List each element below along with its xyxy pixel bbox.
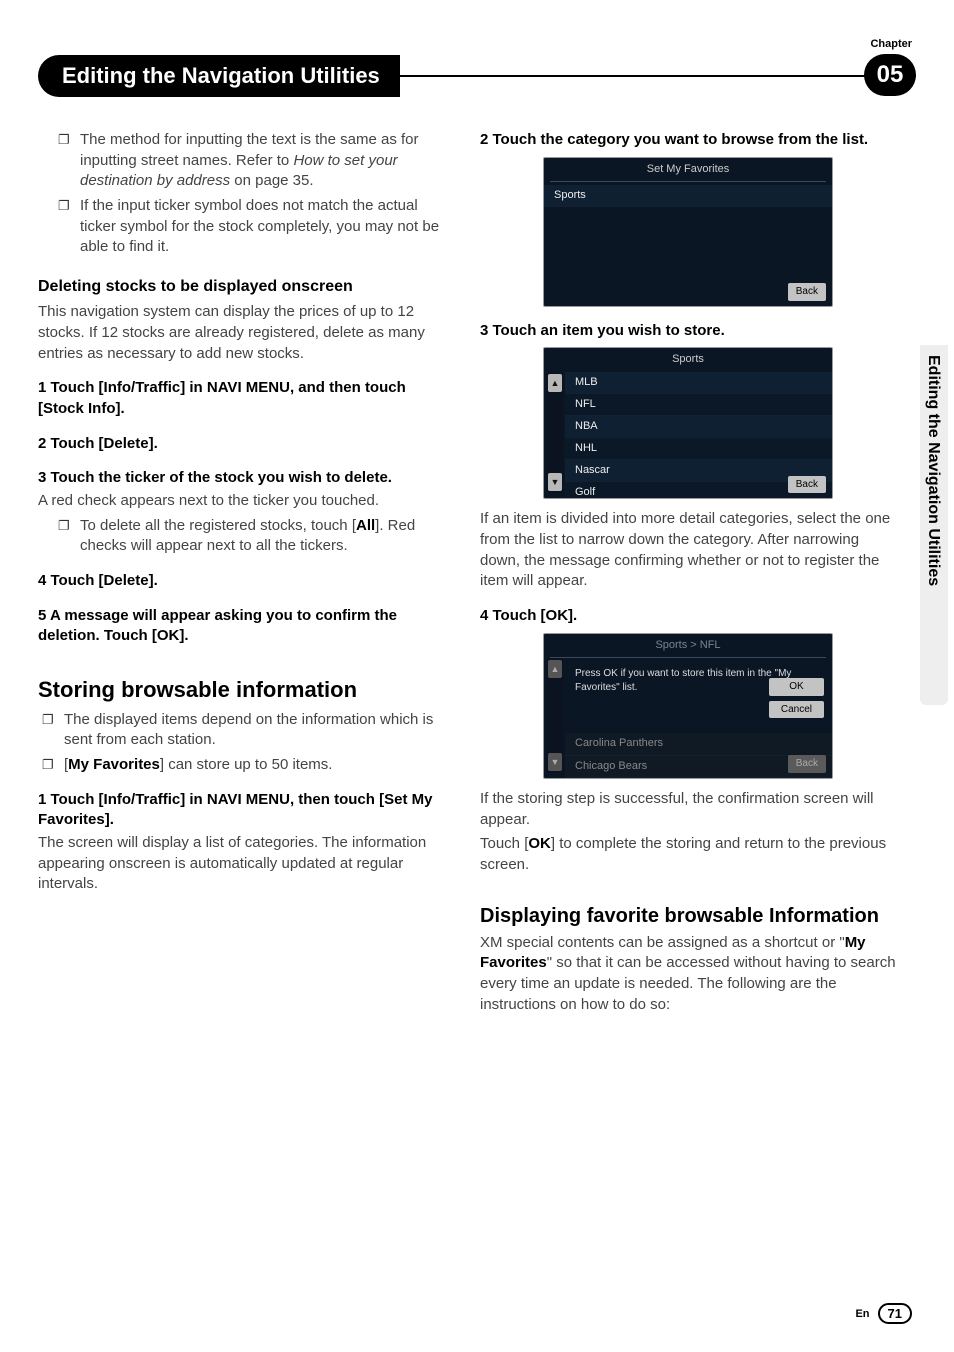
list-item[interactable]: NHL (565, 438, 832, 460)
paragraph: If the storing step is successful, the c… (480, 789, 896, 830)
step-3: 3 Touch the ticker of the stock you wish… (38, 468, 454, 489)
back-button[interactable]: Back (788, 283, 826, 301)
all-keyword: All (356, 517, 375, 534)
language-label: En (855, 1308, 869, 1320)
scroll-down-icon[interactable]: ▼ (548, 473, 562, 491)
list-item[interactable]: NFL (565, 394, 832, 416)
chapter-number-badge: 05 (864, 54, 916, 96)
step-4: 4 Touch [Delete]. (38, 571, 454, 592)
right-column: 2 Touch the category you want to browse … (480, 130, 896, 1282)
back-button[interactable]: Back (788, 476, 826, 494)
storing-step-2: 2 Touch the category you want to browse … (480, 130, 896, 151)
storing-step-3: 3 Touch an item you wish to store. (480, 321, 896, 342)
note-item: [My Favorites] can store up to 50 items. (64, 755, 454, 776)
text: ] can store up to 50 items. (160, 756, 333, 773)
side-tab: Editing the Navigation Utilities (920, 345, 948, 705)
note-item: To delete all the registered stocks, tou… (80, 516, 454, 557)
step-5: 5 A message will appear asking you to co… (38, 606, 454, 647)
page-footer: En 71 (855, 1303, 912, 1324)
paragraph: This navigation system can display the p… (38, 302, 454, 364)
paragraph: Touch [OK] to complete the storing and r… (480, 834, 896, 875)
note-item: If the input ticker symbol does not matc… (80, 196, 454, 258)
heading-storing: Storing browsable information (38, 675, 454, 705)
paragraph: XM special contents can be assigned as a… (480, 933, 896, 1016)
back-button: Back (788, 755, 826, 773)
title-bar: Editing the Navigation Utilities (38, 55, 916, 97)
page-title: Editing the Navigation Utilities (38, 55, 400, 97)
screenshot-sports-list: Sports ▲ ▼ MLB NFL NBA NHL Nascar Golf B… (543, 347, 833, 499)
storing-step-4: 4 Touch [OK]. (480, 606, 896, 627)
left-column: The method for inputting the text is the… (38, 130, 454, 1282)
list-item[interactable]: Sports (544, 185, 832, 207)
heading-displaying-favorites: Displaying favorite browsable Informatio… (480, 904, 896, 929)
list-item[interactable]: MLB (565, 372, 832, 394)
text: on page 35. (230, 172, 313, 189)
scroll-down-icon: ▼ (548, 753, 562, 771)
paragraph: A red check appears next to the ticker y… (38, 491, 454, 512)
scroll-up-icon: ▲ (548, 660, 562, 678)
cancel-button[interactable]: Cancel (769, 701, 824, 719)
note-item: The displayed items depend on the inform… (64, 710, 454, 751)
my-favorites-keyword: My Favorites (68, 756, 160, 773)
title-rule (398, 75, 916, 77)
ok-keyword: OK (528, 835, 551, 852)
scroll-up-icon[interactable]: ▲ (548, 374, 562, 392)
list-item[interactable]: NBA (565, 416, 832, 438)
storing-step-1: 1 Touch [Info/Traffic] in NAVI MENU, the… (38, 790, 454, 831)
heading-delete-stocks: Deleting stocks to be displayed onscreen (38, 276, 454, 298)
note-item: The method for inputting the text is the… (80, 130, 454, 192)
paragraph: The screen will display a list of catego… (38, 833, 454, 895)
scrollbar[interactable]: ▲ ▼ (547, 658, 563, 773)
side-tab-label: Editing the Navigation Utilities (920, 345, 942, 586)
chapter-word: Chapter (870, 38, 912, 50)
page-number: 71 (878, 1303, 912, 1324)
paragraph: If an item is divided into more detail c… (480, 509, 896, 592)
screenshot-title: Set My Favorites (544, 158, 832, 181)
screenshot-confirm-store: Sports > NFL ▲ ▼ Press OK if you want to… (543, 633, 833, 779)
list-item: Carolina Panthers (565, 733, 832, 755)
step-2: 2 Touch [Delete]. (38, 434, 454, 455)
screenshot-set-my-favorites: Set My Favorites Sports Back (543, 157, 833, 307)
screenshot-title: Sports (544, 348, 832, 371)
text: XM special contents can be assigned as a… (480, 934, 845, 951)
text: Touch [ (480, 835, 528, 852)
scrollbar[interactable]: ▲ ▼ (547, 372, 563, 493)
step-1: 1 Touch [Info/Traffic] in NAVI MENU, and… (38, 378, 454, 419)
screenshot-breadcrumb: Sports > NFL (544, 634, 832, 657)
ok-button[interactable]: OK (769, 678, 824, 696)
text: To delete all the registered stocks, tou… (80, 517, 356, 534)
